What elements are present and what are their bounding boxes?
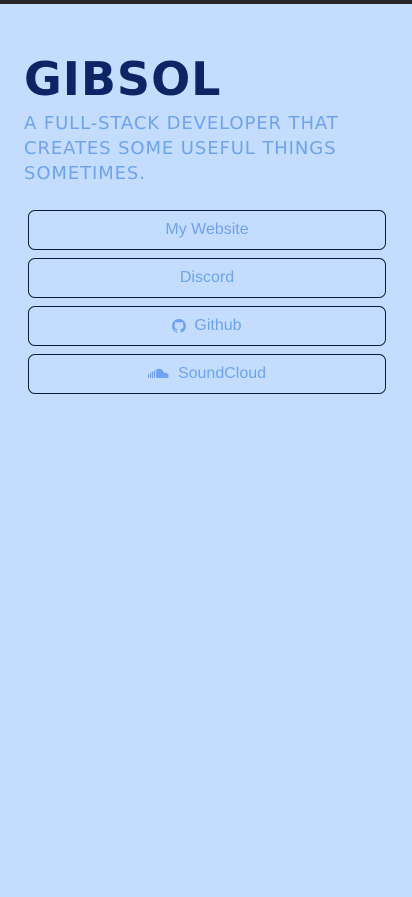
profile-tagline: A FULL-STACK DEVELOPER THAT CREATES SOME… (24, 113, 339, 184)
profile-page: GIBSOL A FULL-STACK DEVELOPER THAT CREAT… (0, 4, 412, 897)
link-label: My Website (165, 221, 249, 238)
link-list: My Website Discord Github SoundCloud (28, 210, 386, 402)
soundcloud-icon (147, 368, 170, 380)
github-link-button[interactable]: Github (28, 306, 386, 346)
soundcloud-link-button[interactable]: SoundCloud (28, 354, 386, 394)
link-label: SoundCloud (177, 365, 267, 382)
discord-link-button[interactable]: Discord (28, 258, 386, 298)
github-icon (172, 319, 187, 333)
my-website-link-button[interactable]: My Website (28, 210, 386, 250)
link-label: Github (194, 317, 242, 334)
profile-name: GIBSOL (24, 52, 222, 106)
link-label: Discord (179, 269, 235, 286)
